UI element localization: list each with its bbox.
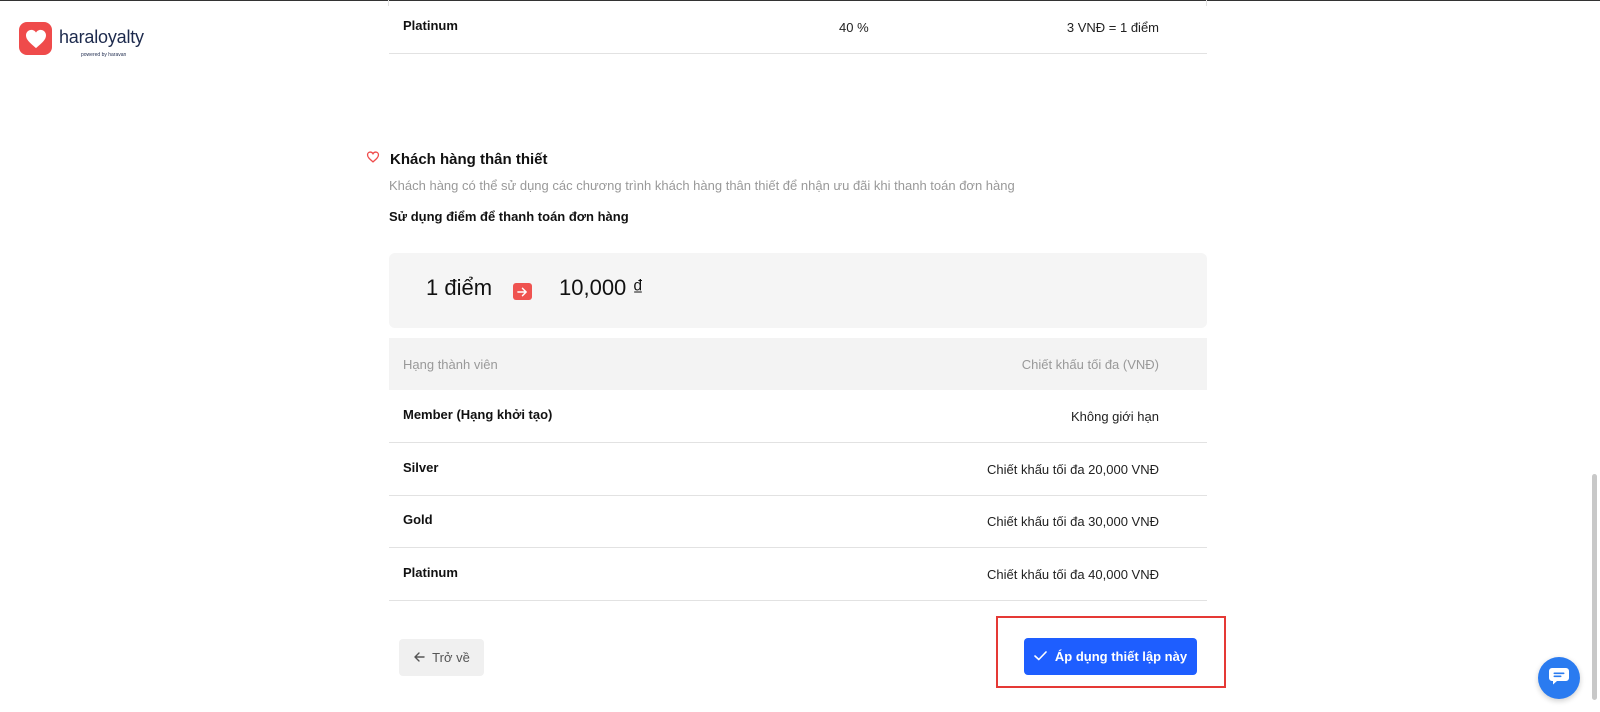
tier-percent: 40 %: [839, 20, 869, 35]
section-description: Khách hàng có thể sử dụng các chương trì…: [389, 178, 1015, 193]
tier-name: Gold: [403, 512, 433, 527]
value-label: 10,000 ₫: [559, 275, 644, 300]
section-title: Khách hàng thân thiết: [390, 150, 548, 168]
heart-outline-icon: [366, 150, 380, 168]
arrow-right-icon: [513, 283, 532, 300]
column-header-tier: Hạng thành viên: [403, 357, 498, 372]
column-header-discount: Chiết khấu tối đa (VNĐ): [1021, 357, 1159, 372]
tier-discount: Chiết khấu tối đa 40,000 VNĐ: [987, 567, 1159, 582]
tier-discount: Chiết khấu tối đa 30,000 VNĐ: [987, 514, 1159, 529]
heart-logo-icon: [19, 22, 52, 55]
table-row: Platinum 40 % 3 VNĐ = 1 điểm: [389, 1, 1207, 54]
conversion-box: 1 điểm 10,000 ₫: [389, 253, 1207, 328]
apply-settings-button[interactable]: Áp dụng thiết lập này: [1024, 638, 1197, 675]
table-row: Gold Chiết khấu tối đa 30,000 VNĐ: [389, 495, 1207, 548]
brand-name: haraloyalty: [59, 27, 144, 47]
section-header: Khách hàng thân thiết: [366, 150, 548, 168]
table-row: Platinum Chiết khấu tối đa 40,000 VNĐ: [389, 548, 1207, 601]
tier-name: Member (Hạng khởi tạo): [403, 407, 553, 422]
apply-label: Áp dụng thiết lập này: [1054, 649, 1188, 664]
table-header: Hạng thành viên Chiết khấu tối đa (VNĐ): [389, 338, 1207, 390]
tier-name: Platinum: [403, 565, 458, 580]
back-button[interactable]: Trở về: [399, 639, 484, 676]
chat-icon: [1548, 666, 1570, 691]
tier-rate: 3 VNĐ = 1 điểm: [1066, 20, 1159, 35]
tier-name: Silver: [403, 460, 439, 475]
tier-discount: Không giới hạn: [1070, 409, 1159, 424]
scrollbar-thumb[interactable]: [1592, 474, 1597, 700]
section-subtitle: Sử dụng điểm để thanh toán đơn hàng: [389, 209, 629, 224]
table-row: Member (Hạng khởi tạo) Không giới hạn: [389, 390, 1207, 443]
brand-powered: powered by haravan: [81, 52, 127, 58]
points-label: 1 điểm: [426, 275, 493, 300]
arrow-left-icon: [413, 650, 425, 665]
chat-button[interactable]: [1538, 657, 1580, 699]
check-icon: [1034, 649, 1047, 664]
haraloyalty-logo[interactable]: haraloyalty powered by haravan: [19, 22, 144, 58]
back-label: Trở về: [432, 650, 470, 665]
table-row: Silver Chiết khấu tối đa 20,000 VNĐ: [389, 443, 1207, 496]
tier-discount: Chiết khấu tối đa 20,000 VNĐ: [987, 462, 1159, 477]
tier-name: Platinum: [403, 18, 458, 33]
